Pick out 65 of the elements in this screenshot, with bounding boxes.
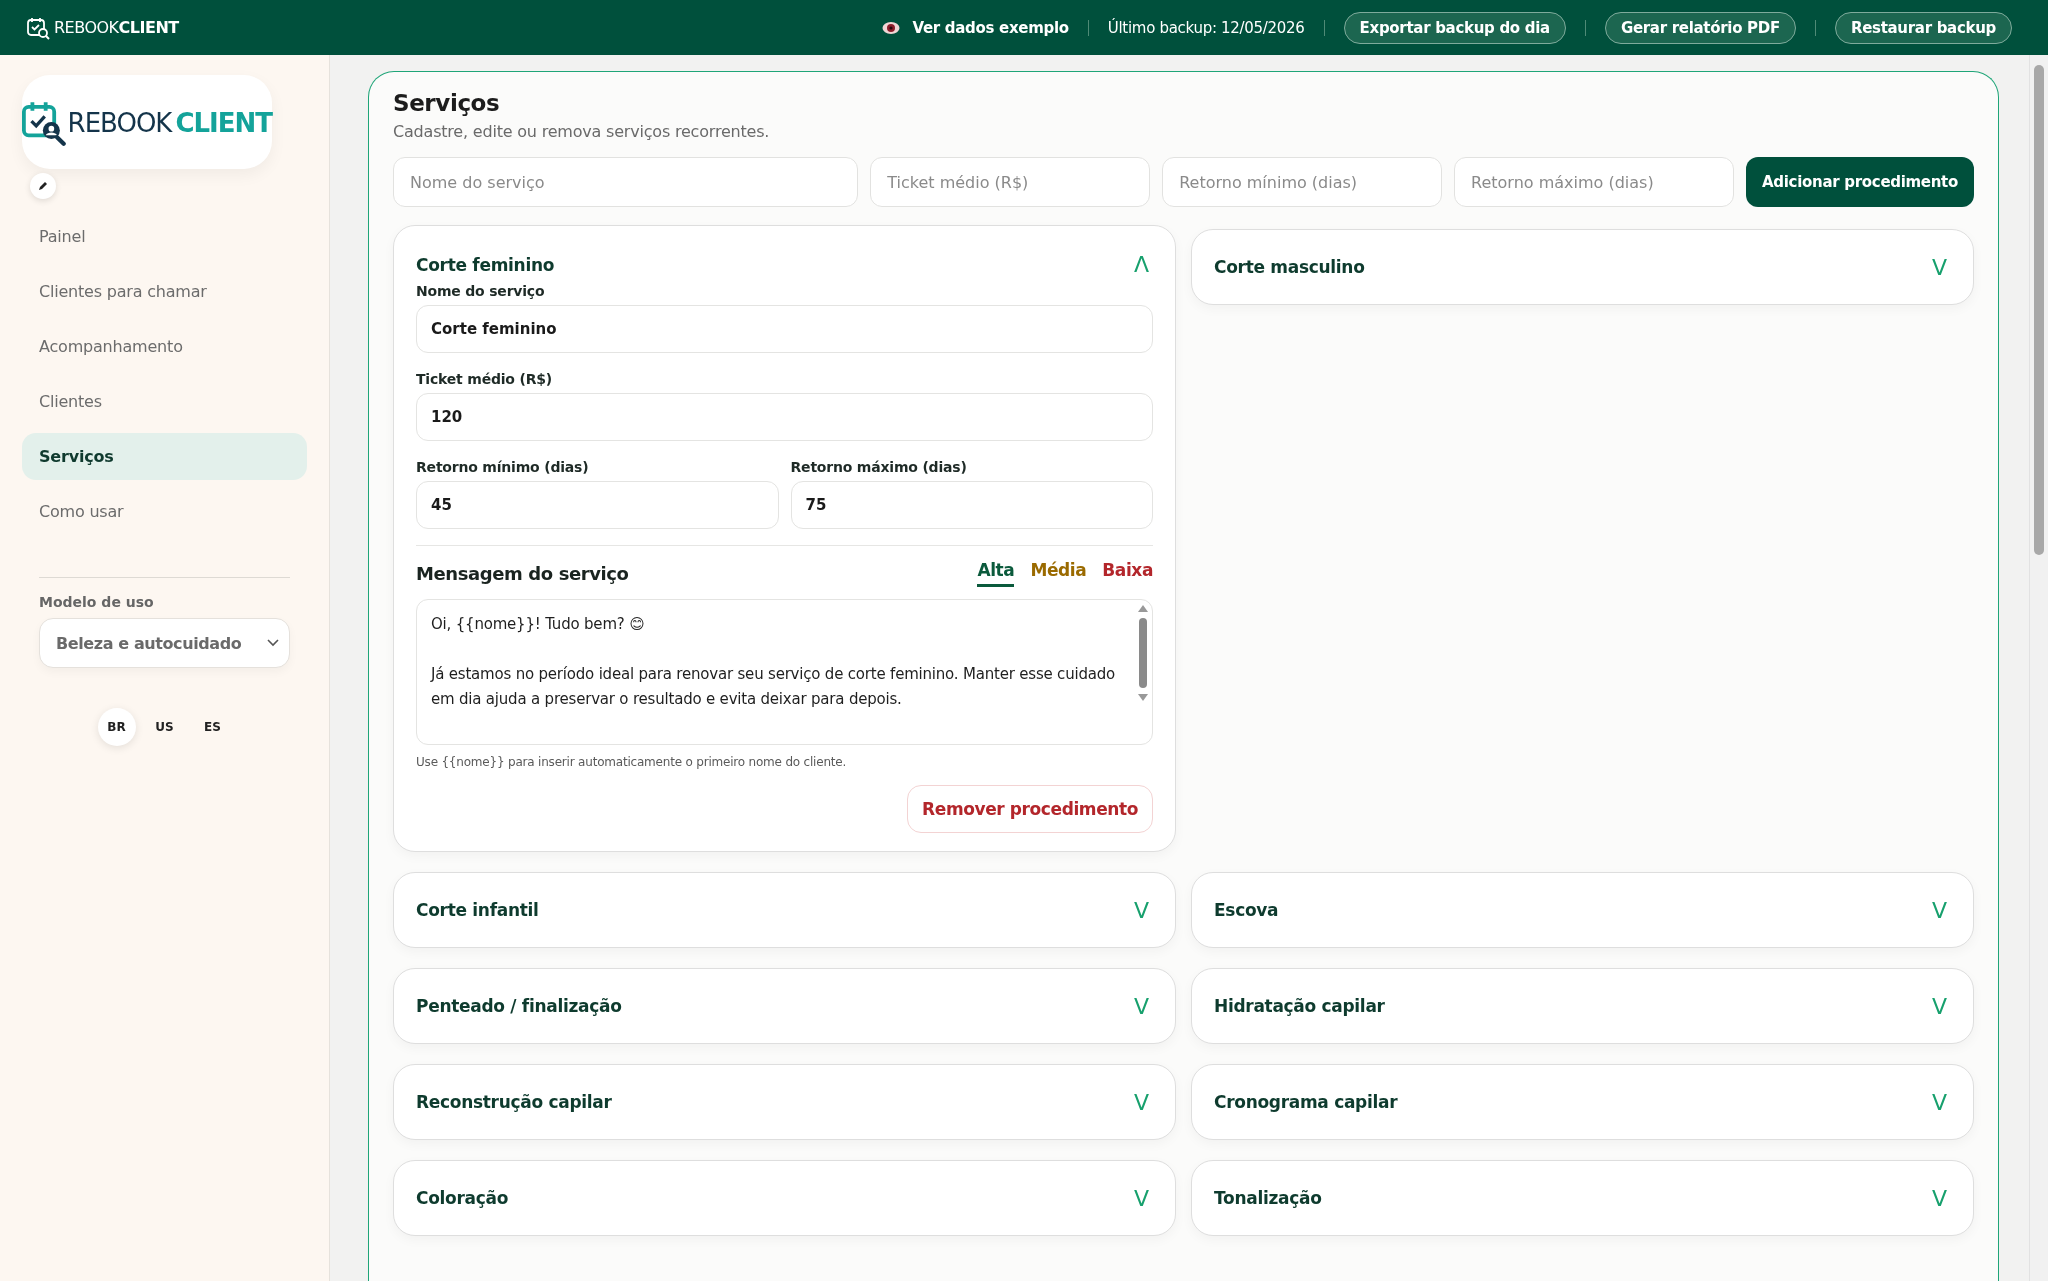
expand-toggle[interactable]: V <box>1927 897 1951 923</box>
service-name: Cronograma capilar <box>1214 1092 1398 1112</box>
service-name: Penteado / finalização <box>416 996 622 1016</box>
topbar-button[interactable]: Gerar relatório PDF <box>1604 11 1796 44</box>
last-backup-text: Último backup: 12/05/2026 <box>1107 18 1305 37</box>
calendar-search-icon <box>26 15 50 40</box>
topbar-button[interactable]: Restaurar backup <box>1834 11 2012 44</box>
add-service-button[interactable]: Adicionar procedimento <box>1746 157 1974 207</box>
input-field[interactable]: Ticket médio (R$) <box>870 157 1151 207</box>
topbar-button[interactable]: Exportar backup do dia <box>1343 11 1566 44</box>
sidebar-item[interactable]: Clientes para chamar <box>22 268 307 315</box>
sidebar-item[interactable]: Clientes <box>22 378 307 425</box>
service-name: Corte masculino <box>1214 257 1365 277</box>
priority-tab[interactable]: Alta <box>977 560 1015 587</box>
sidebar-item[interactable]: Painel <box>22 213 307 260</box>
hint-text: Use {{nome}} para inserir automaticamente o primeiro nome do cliente. <box>416 755 848 769</box>
priority-tab[interactable]: Baixa <box>1102 560 1153 587</box>
language-button[interactable]: BR <box>97 708 136 746</box>
sidebar-item[interactable]: Acompanhamento <box>22 323 307 370</box>
message-field[interactable]: Oi, {{nome}}! Tudo bem? 😊 Já estamos no período ideal para renovar seu serviço de corte feminino. Manter esse cuidado em dia ajuda a preservar o resultado e evita deixar para depois. <box>416 599 1153 745</box>
brand-name: REBOOKCLIENT <box>54 18 179 37</box>
expand-toggle[interactable]: V <box>1927 254 1951 280</box>
expand-toggle[interactable]: V <box>1129 897 1153 923</box>
service-name: Coloração <box>416 1188 509 1208</box>
input-field[interactable]: 120 <box>416 393 1153 441</box>
field-label: Ticket médio (R$) <box>416 371 553 387</box>
service-name: Tonalização <box>1214 1188 1322 1208</box>
expand-toggle[interactable]: V <box>1129 993 1153 1019</box>
pencil-icon <box>37 180 49 192</box>
input-field[interactable]: Corte feminino <box>416 305 1153 353</box>
sidebar-item[interactable]: Como usar <box>22 488 307 535</box>
chevron-down-icon <box>267 639 279 647</box>
expand-toggle[interactable]: V <box>1927 993 1951 1019</box>
priority-tab[interactable]: Média <box>1030 560 1087 587</box>
expand-toggle[interactable]: V <box>1129 1185 1153 1211</box>
field-label: Nome do serviço <box>416 283 546 299</box>
page-subtitle: Cadastre, edite ou remova serviços recorrentes. <box>393 122 771 141</box>
input-field[interactable]: 75 <box>790 481 1153 529</box>
field-label: Retorno máximo (dias) <box>790 459 968 475</box>
expand-toggle[interactable]: V <box>1927 1089 1951 1115</box>
eye-icon <box>882 20 901 35</box>
input-field[interactable]: Retorno máximo (dias) <box>1454 157 1734 207</box>
service-name: Corte infantil <box>416 900 539 920</box>
remove-service-button[interactable]: Remover procedimento <box>907 785 1153 833</box>
service-name: Hidratação capilar <box>1214 996 1385 1016</box>
input-field[interactable]: Retorno mínimo (dias) <box>1162 157 1443 207</box>
service-name: Reconstrução capilar <box>416 1092 612 1112</box>
expand-toggle[interactable]: Λ <box>1129 252 1153 277</box>
language-button[interactable]: US <box>145 708 184 746</box>
sidebar-item[interactable]: Serviços <box>22 433 307 480</box>
input-field[interactable]: 45 <box>416 481 779 529</box>
input-field[interactable]: Nome do serviço <box>393 157 859 207</box>
brand-name: REBOOKCLIENT <box>67 108 272 138</box>
expand-toggle[interactable]: V <box>1927 1185 1951 1211</box>
edit-logo-button[interactable] <box>30 173 56 199</box>
page-title: Serviços <box>393 90 501 116</box>
demo-data-link[interactable]: Ver dados exemplo <box>912 18 1069 37</box>
service-name: Corte feminino <box>416 254 555 275</box>
expand-toggle[interactable]: V <box>1129 1089 1153 1115</box>
message-label: Mensagem do serviço <box>416 563 629 584</box>
field-label: Retorno mínimo (dias) <box>416 459 590 475</box>
usage-model-label: Modelo de uso <box>39 594 155 610</box>
language-button[interactable]: ES <box>193 708 232 746</box>
usage-model-select[interactable]: Beleza e autocuidado <box>39 618 290 668</box>
service-name: Escova <box>1214 900 1279 920</box>
